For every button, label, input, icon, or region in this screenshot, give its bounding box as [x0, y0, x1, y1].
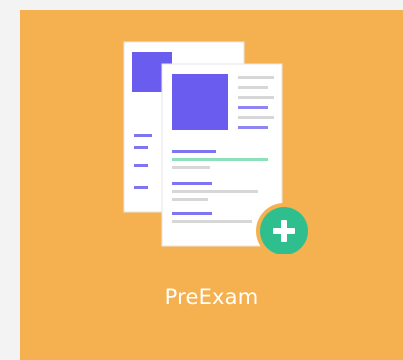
document-add-icon — [123, 41, 312, 254]
tile-label: PreExam — [164, 285, 259, 309]
preexam-tile[interactable]: PreExam — [20, 10, 403, 360]
front-document-image — [172, 74, 228, 130]
